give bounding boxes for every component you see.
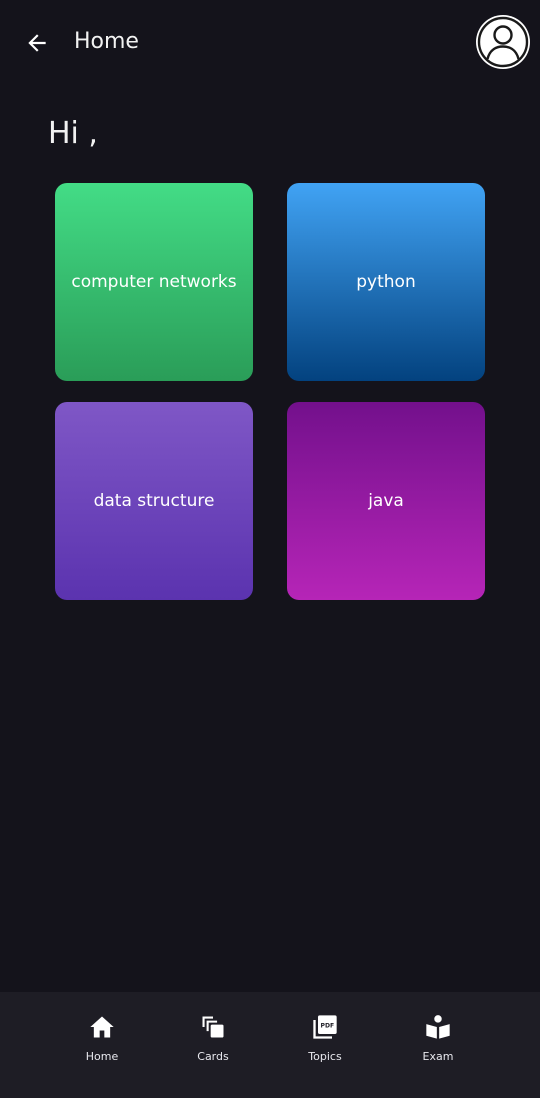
- back-button[interactable]: [18, 24, 56, 62]
- topic-card-java[interactable]: java: [287, 402, 485, 600]
- nav-item-home[interactable]: Home: [57, 1012, 147, 1072]
- topic-card-label: data structure: [93, 491, 215, 511]
- topic-card-label: java: [368, 491, 404, 511]
- account-circle-icon: [477, 16, 529, 68]
- home-screen: Home Hi , computer networks python data …: [0, 0, 540, 1098]
- nav-label: Exam: [422, 1050, 454, 1063]
- book-reader-icon: [423, 1012, 453, 1042]
- topic-card-label: python: [356, 272, 416, 292]
- nav-label: Home: [85, 1050, 119, 1063]
- nav-label: Topics: [308, 1050, 342, 1063]
- nav-item-cards[interactable]: Cards: [168, 1012, 258, 1072]
- app-bar: Home: [0, 0, 540, 84]
- bottom-navigation: Home Cards PDF Topics Exam: [0, 992, 540, 1098]
- nav-label: Cards: [197, 1050, 229, 1063]
- page-title: Home: [74, 29, 139, 54]
- topic-card-python[interactable]: python: [287, 183, 485, 381]
- home-icon: [87, 1012, 117, 1042]
- arrow-left-icon: [28, 34, 46, 52]
- svg-text:PDF: PDF: [321, 1022, 335, 1029]
- profile-avatar-button[interactable]: [476, 15, 530, 69]
- topic-card-data-structure[interactable]: data structure: [55, 402, 253, 600]
- nav-item-exam[interactable]: Exam: [393, 1012, 483, 1072]
- nav-item-topics[interactable]: PDF Topics: [280, 1012, 370, 1072]
- greeting-text: Hi ,: [48, 116, 98, 151]
- topic-grid: computer networks python data structure …: [55, 183, 485, 600]
- pdf-icon: PDF: [310, 1012, 340, 1042]
- topic-card-computer-networks[interactable]: computer networks: [55, 183, 253, 381]
- cards-icon: [198, 1012, 228, 1042]
- topic-card-label: computer networks: [71, 272, 237, 292]
